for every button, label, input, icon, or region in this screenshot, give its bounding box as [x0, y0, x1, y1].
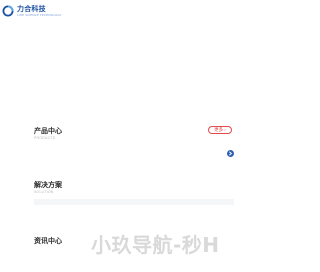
news-section-title: 资讯中心	[34, 237, 62, 245]
more-button-label: 更多	[214, 128, 224, 133]
arrow-right-icon	[229, 151, 232, 156]
brand-name-en: LIHE SCIENCE TECHNOLOGY	[17, 12, 62, 17]
brand-name-cn: 力合科技	[17, 4, 46, 13]
brand-logo-icon	[2, 5, 14, 17]
products-more-button[interactable]: 更多 ›	[208, 126, 232, 134]
site-header: 力合科技 LIHE SCIENCE TECHNOLOGY	[0, 0, 267, 22]
solutions-content-strip	[34, 199, 234, 205]
solutions-section-subtitle: SOLUTION	[34, 190, 54, 194]
solutions-section-title: 解决方案	[34, 181, 62, 189]
brand-logo[interactable]: 力合科技 LIHE SCIENCE TECHNOLOGY	[2, 5, 62, 17]
chevron-right-icon: ›	[224, 127, 226, 133]
products-section-title: 产品中心	[34, 127, 62, 135]
products-section-subtitle: PRODUCTS	[34, 136, 56, 140]
products-next-button[interactable]	[227, 150, 234, 157]
brand-logo-text: 力合科技 LIHE SCIENCE TECHNOLOGY	[17, 4, 62, 17]
watermark-text: 小玖导航-秒H	[91, 233, 220, 257]
